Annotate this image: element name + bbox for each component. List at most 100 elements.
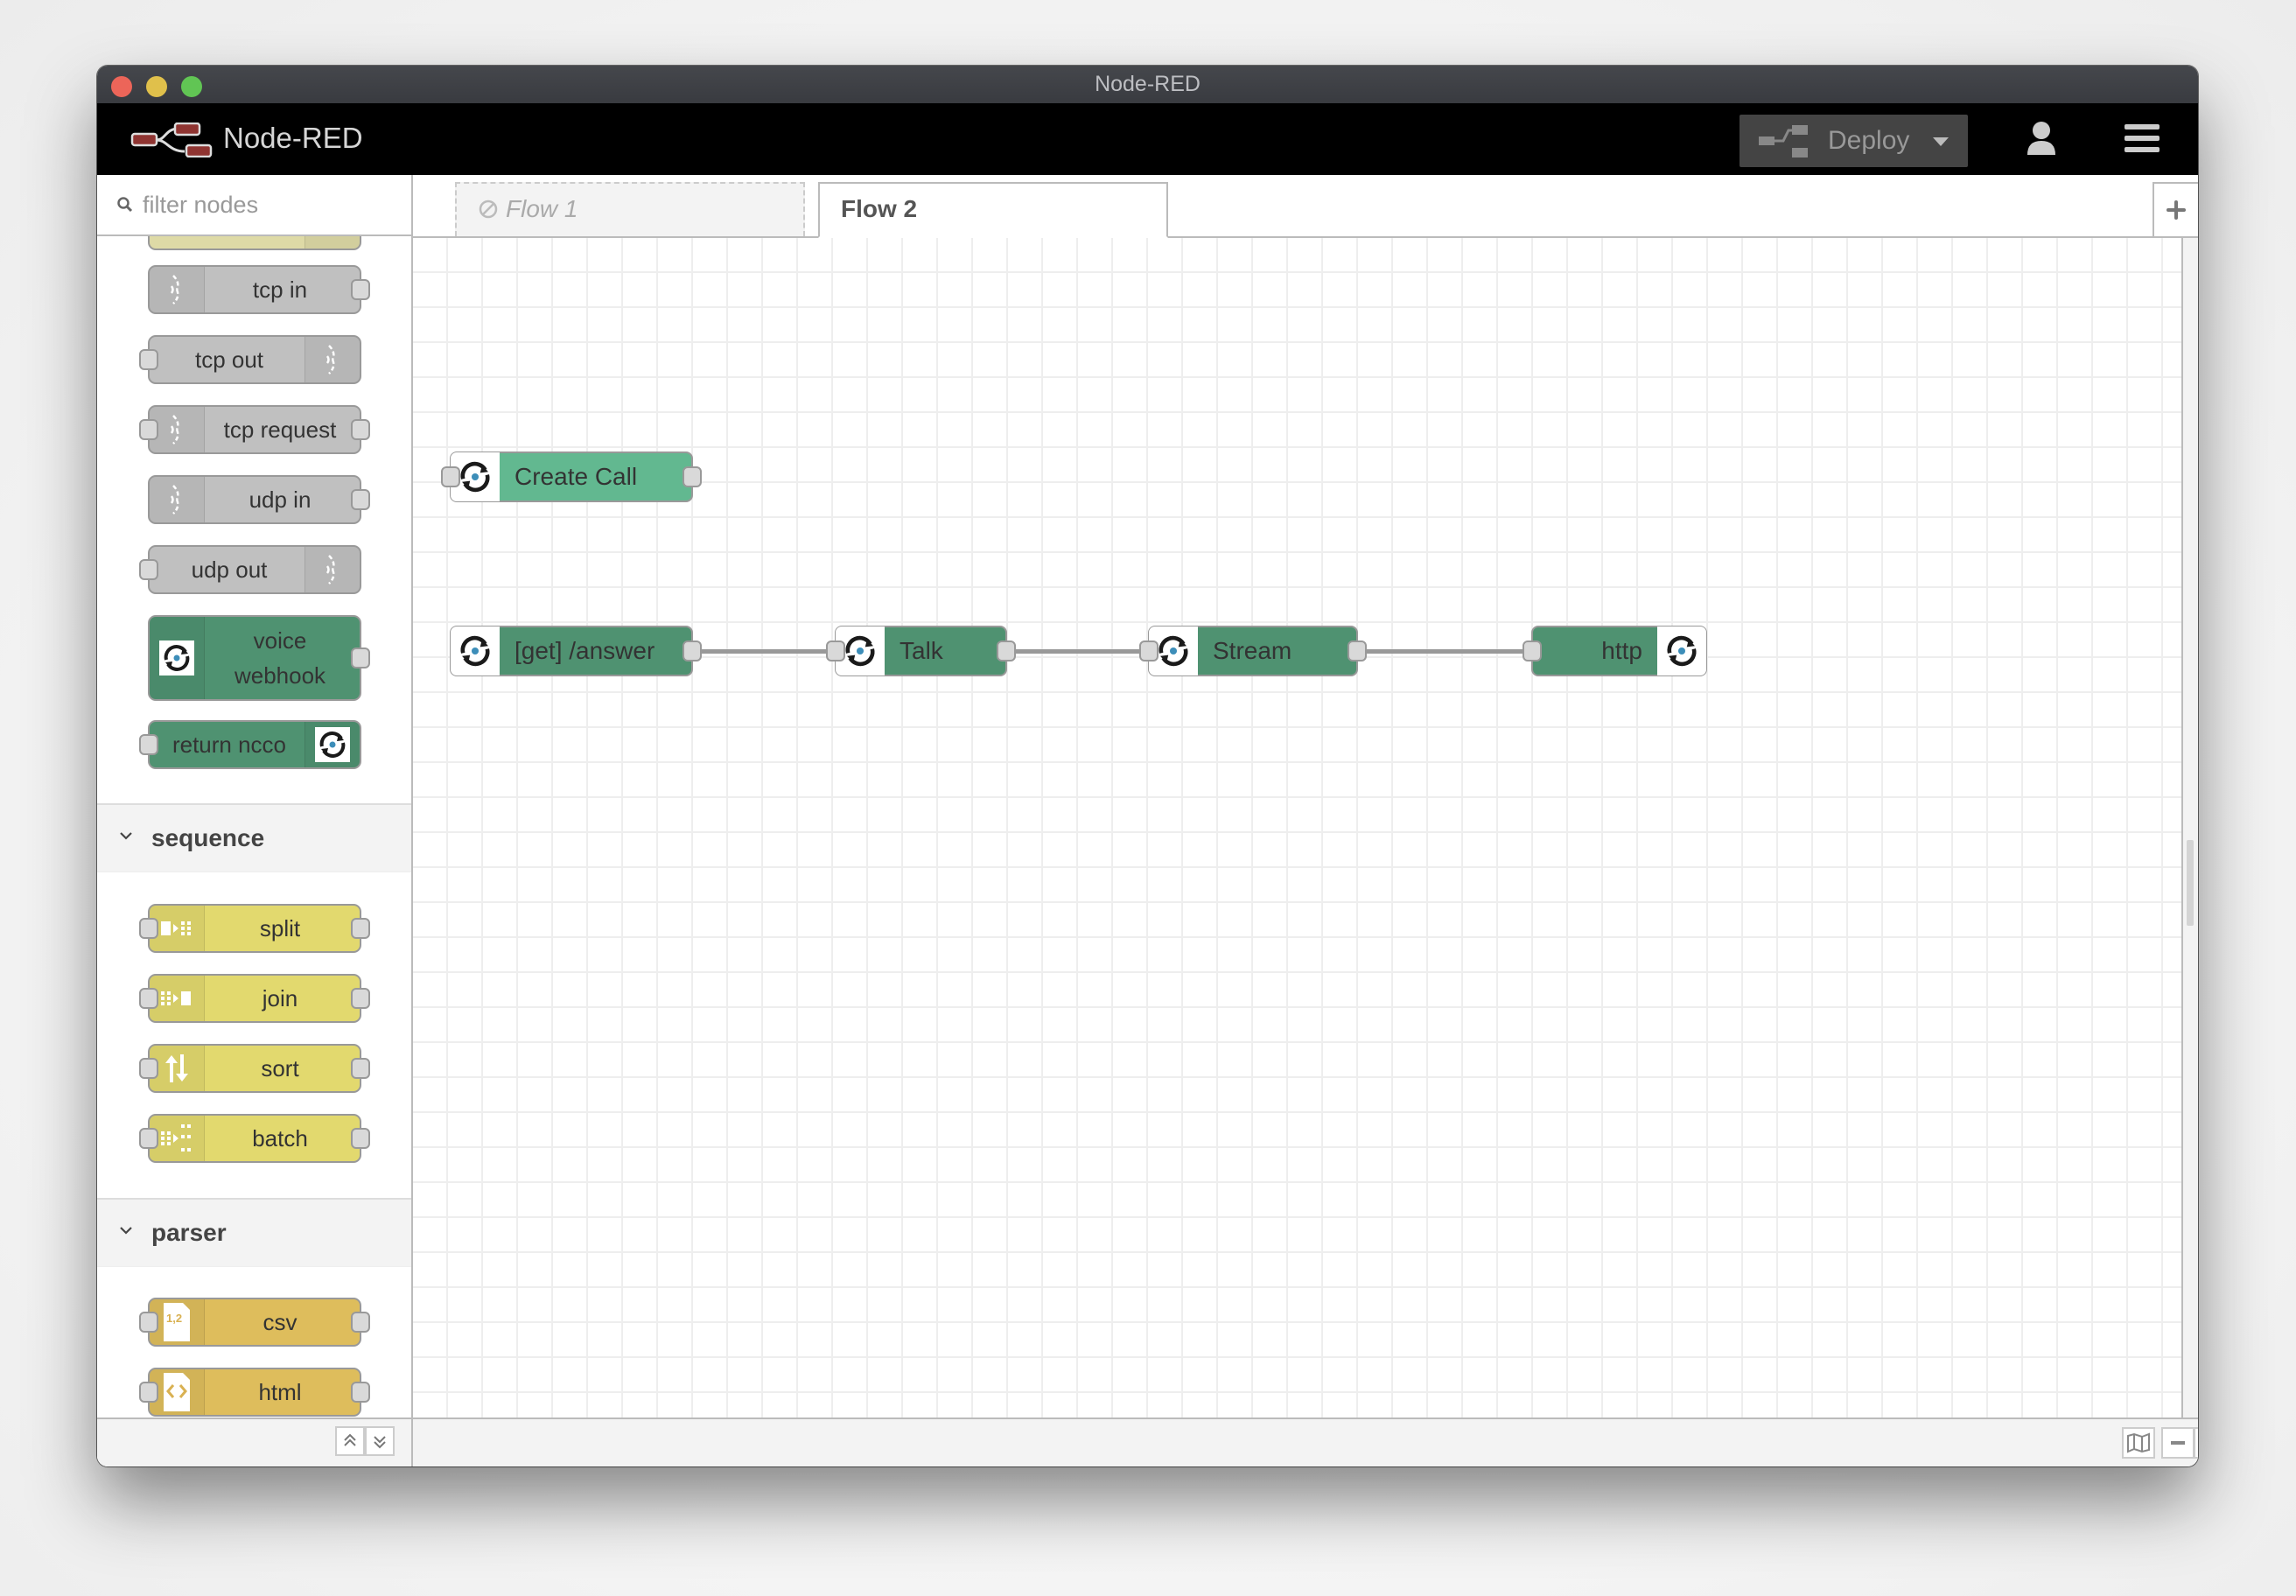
output-port[interactable] [351, 1312, 370, 1333]
input-port[interactable] [139, 988, 158, 1009]
chevron-down-icon [118, 828, 134, 848]
flow-canvas[interactable]: Create Call [get] /answer Talk Stream ht… [413, 238, 2183, 1419]
node-label: tcp request [223, 416, 337, 443]
node-label: tcp out [194, 346, 264, 373]
output-port[interactable] [1348, 640, 1367, 662]
palette-category-sequence[interactable]: sequence [97, 803, 411, 872]
output-port[interactable] [351, 918, 370, 939]
palette-node-csv[interactable]: 1,2 csv [139, 1298, 370, 1347]
tab-flow-2[interactable]: Flow 2 [818, 182, 1168, 238]
palette-node-join[interactable]: join [139, 974, 370, 1023]
input-port[interactable] [441, 466, 460, 487]
output-port[interactable] [682, 466, 702, 487]
palette-node-return-ncco[interactable]: return ncco [139, 720, 361, 769]
hamburger-menu-button[interactable] [2124, 124, 2160, 156]
palette-node-list[interactable]: tcp in tcp out tcp request udp in udp ou… [97, 236, 411, 1419]
input-port[interactable] [139, 918, 158, 939]
canvas-vertical-scrollbar[interactable] [2181, 238, 2198, 1419]
palette-node-udp-in[interactable]: udp in [148, 475, 370, 524]
palette-node-batch[interactable]: batch [139, 1114, 370, 1163]
input-port[interactable] [139, 559, 158, 580]
html-file-icon [164, 1373, 190, 1411]
node-icon-area [1657, 626, 1706, 676]
zoom-out-button[interactable] [2161, 1427, 2194, 1459]
palette-node-split[interactable]: split [139, 904, 370, 953]
window-titlebar: Node-RED [97, 66, 2198, 104]
palette-node-udp-out[interactable]: udp out [139, 545, 361, 594]
vonage-sync-icon [159, 640, 194, 676]
flow-node-stream[interactable]: Stream [1139, 626, 1367, 676]
output-port[interactable] [351, 279, 370, 300]
output-port[interactable] [351, 489, 370, 510]
flow-node-http[interactable]: http [1522, 626, 1707, 676]
csv-file-icon: 1,2 [164, 1303, 190, 1341]
vonage-sync-icon [1667, 635, 1697, 667]
palette-category-parser[interactable]: parser [97, 1198, 411, 1267]
palette-node-tcp-in[interactable]: tcp in [148, 265, 370, 314]
tab-flow-1[interactable]: Flow 1 [455, 182, 805, 236]
deploy-label: Deploy [1828, 126, 1910, 155]
deploy-button[interactable]: Deploy [1740, 115, 1968, 167]
deploy-icon [1759, 125, 1810, 163]
user-menu-button[interactable] [2020, 117, 2063, 161]
node-icon-area [304, 236, 360, 248]
svg-text:1,2: 1,2 [166, 1312, 182, 1325]
flow-node-talk[interactable]: Talk [826, 626, 1016, 676]
node-label: Talk [900, 637, 943, 664]
node-label: Stream [1213, 637, 1292, 664]
output-port[interactable] [351, 419, 370, 440]
deploy-dropdown-caret-icon[interactable] [1933, 137, 1949, 146]
palette-node-tcp-out[interactable]: tcp out [139, 335, 361, 384]
output-port[interactable] [997, 640, 1016, 662]
input-port[interactable] [139, 349, 158, 370]
input-port[interactable] [139, 1312, 158, 1333]
output-port[interactable] [351, 1382, 370, 1403]
palette-node-html[interactable]: html [139, 1368, 370, 1417]
zoom-reset-button[interactable] [2194, 1427, 2198, 1459]
input-port[interactable] [139, 419, 158, 440]
flow-node-get-answer[interactable]: [get] /answer [450, 626, 702, 676]
batch-icon [161, 1124, 191, 1152]
output-port[interactable] [351, 1128, 370, 1149]
vonage-sync-icon [460, 461, 490, 493]
input-port[interactable] [1139, 640, 1158, 662]
node-label: [get] /answer [514, 637, 655, 664]
brand-name: Node-RED [223, 122, 363, 154]
filter-nodes-input[interactable] [141, 184, 389, 226]
input-port[interactable] [1522, 640, 1542, 662]
bridge-icon [170, 275, 179, 304]
node-label: udp out [191, 556, 268, 583]
navigator-button[interactable] [2122, 1427, 2155, 1459]
scrollbar-thumb[interactable] [2187, 840, 2194, 926]
palette-node-sort[interactable]: sort [139, 1044, 370, 1093]
expand-all-button[interactable] [365, 1426, 395, 1456]
output-port[interactable] [351, 1058, 370, 1079]
vonage-sync-icon [1158, 635, 1188, 667]
input-port[interactable] [139, 1128, 158, 1149]
node-label: Create Call [514, 463, 638, 490]
input-port[interactable] [139, 1058, 158, 1079]
add-flow-button[interactable] [2152, 182, 2198, 236]
node-icon-area [451, 626, 500, 676]
flow-node-create-call[interactable]: Create Call [441, 452, 702, 502]
output-port[interactable] [682, 640, 702, 662]
node-label: split [259, 915, 301, 942]
node-icon-area [150, 267, 205, 312]
wire-get-answer-to-talk[interactable] [693, 649, 837, 654]
output-port[interactable] [351, 988, 370, 1009]
input-port[interactable] [826, 640, 845, 662]
palette-node-voice-webhook[interactable]: voice webhook [148, 615, 370, 701]
output-port[interactable] [351, 648, 370, 668]
input-port[interactable] [139, 1382, 158, 1403]
collapse-all-button[interactable] [335, 1426, 365, 1456]
palette-node-tcp-request[interactable]: tcp request [139, 405, 370, 454]
palette-node-partial[interactable] [148, 236, 361, 250]
disabled-ban-icon [478, 199, 499, 224]
wire-stream-to-http[interactable] [1358, 649, 1533, 654]
vonage-sync-icon [315, 727, 350, 762]
node-label: join [262, 985, 298, 1012]
node-label: sort [261, 1055, 299, 1082]
workspace-tabs: Flow 1 Flow 2 [413, 175, 2198, 238]
input-port[interactable] [139, 734, 158, 755]
wire-talk-to-stream[interactable] [1008, 649, 1152, 654]
